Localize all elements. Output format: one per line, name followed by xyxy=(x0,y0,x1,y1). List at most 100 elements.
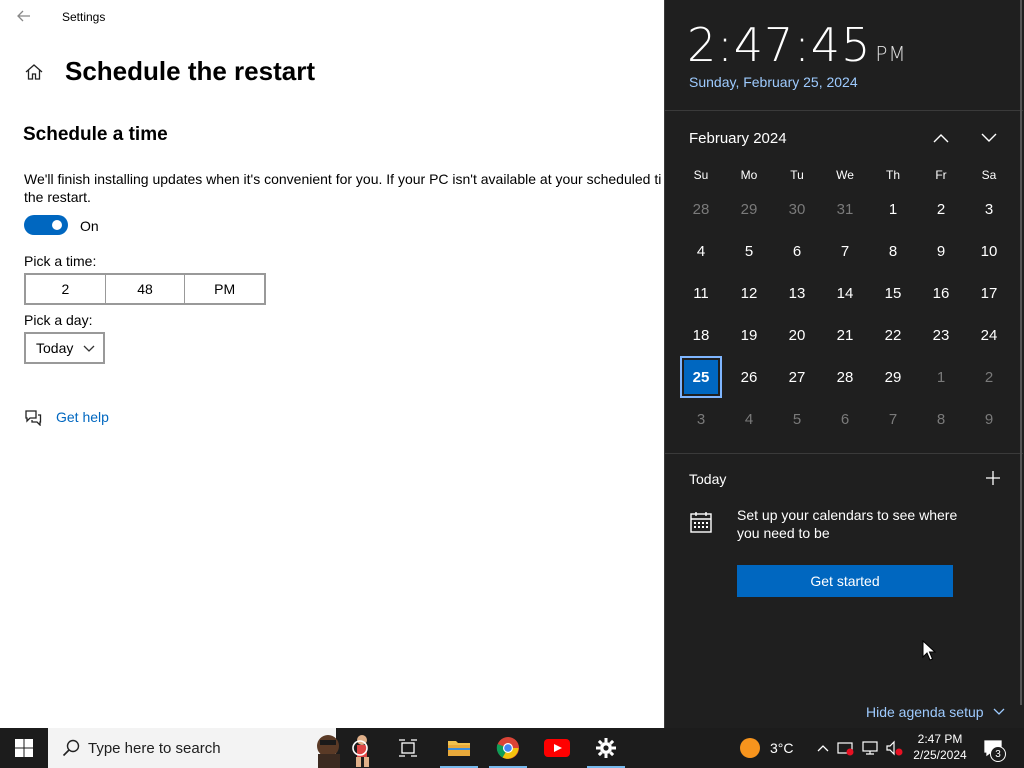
toggle-label: On xyxy=(80,218,99,234)
hide-agenda-button[interactable]: Hide agenda setup xyxy=(866,704,1005,720)
chevron-down-icon xyxy=(993,708,1005,715)
help-chat-icon xyxy=(25,410,42,426)
calendar-day[interactable]: 20 xyxy=(773,314,821,356)
network-icon xyxy=(862,741,878,755)
scrollbar[interactable] xyxy=(1020,0,1022,705)
calendar-day[interactable]: 6 xyxy=(821,398,869,440)
calendar-day[interactable]: 1 xyxy=(869,188,917,230)
calendar-day[interactable]: 7 xyxy=(869,398,917,440)
calendar-day[interactable]: 13 xyxy=(773,272,821,314)
mouse-cursor-icon xyxy=(922,640,936,661)
calendar-day[interactable]: 15 xyxy=(869,272,917,314)
schedule-toggle[interactable] xyxy=(24,215,68,235)
weather-widget[interactable] xyxy=(736,728,764,768)
calendar-day[interactable]: 1 xyxy=(917,356,965,398)
taskbar-date: 2/25/2024 xyxy=(913,748,967,762)
calendar-day[interactable]: 9 xyxy=(965,398,1013,440)
calendar-day[interactable]: 5 xyxy=(725,230,773,272)
description-line-1: We'll finish installing updates when it'… xyxy=(24,171,662,187)
calendar-day[interactable]: 4 xyxy=(677,230,725,272)
day-label: Pick a day: xyxy=(24,312,93,328)
cortana-button[interactable] xyxy=(340,728,380,768)
calendar-day[interactable]: 26 xyxy=(725,356,773,398)
show-hidden-icons-button[interactable] xyxy=(814,728,832,768)
calendar-day[interactable]: 3 xyxy=(677,398,725,440)
chevron-up-icon[interactable] xyxy=(931,128,951,148)
weekday-header: Th xyxy=(885,168,900,182)
youtube-button[interactable] xyxy=(536,728,578,768)
time-picker[interactable]: 2 48 PM xyxy=(24,273,266,305)
calendar-day[interactable]: 31 xyxy=(821,188,869,230)
start-button[interactable] xyxy=(0,728,48,768)
task-view-button[interactable] xyxy=(388,728,428,768)
taskbar-search-box[interactable]: Type here to search xyxy=(48,728,369,768)
calendar-day[interactable]: 2 xyxy=(965,356,1013,398)
add-event-icon[interactable] xyxy=(985,470,1001,486)
calendar-day[interactable]: 23 xyxy=(917,314,965,356)
calendar-day[interactable]: 10 xyxy=(965,230,1013,272)
calendar-day[interactable]: 29 xyxy=(869,356,917,398)
month-label[interactable]: February 2024 xyxy=(689,130,787,147)
home-icon[interactable] xyxy=(24,62,44,82)
back-arrow-icon xyxy=(17,10,30,22)
calendar-day[interactable]: 2 xyxy=(917,188,965,230)
calendar-day[interactable]: 9 xyxy=(917,230,965,272)
calendar-day[interactable]: 16 xyxy=(917,272,965,314)
calendar-day[interactable]: 19 xyxy=(725,314,773,356)
volume-button[interactable] xyxy=(884,728,904,768)
get-help-link[interactable]: Get help xyxy=(56,409,109,425)
calendar-day[interactable]: 6 xyxy=(773,230,821,272)
chrome-icon xyxy=(496,737,519,759)
calendar-day[interactable]: 8 xyxy=(917,398,965,440)
chevron-down-icon xyxy=(83,345,95,352)
network-button[interactable] xyxy=(860,728,880,768)
calendar-day[interactable]: 27 xyxy=(773,356,821,398)
weather-temperature[interactable]: 3°C xyxy=(770,740,794,756)
get-started-button[interactable]: Get started xyxy=(737,565,953,597)
weekday-header: Sa xyxy=(981,168,997,182)
long-date-link[interactable]: Sunday, February 25, 2024 xyxy=(689,74,858,90)
calendar-day[interactable]: 22 xyxy=(869,314,917,356)
divider xyxy=(665,453,1023,454)
window-title: Settings xyxy=(62,10,106,24)
calendar-day[interactable]: 3 xyxy=(965,188,1013,230)
weekday-header: We xyxy=(836,168,854,182)
hour-field[interactable]: 2 xyxy=(26,275,106,303)
calendar-day[interactable]: 4 xyxy=(725,398,773,440)
security-tray-icon xyxy=(837,742,854,756)
cortana-circle-icon xyxy=(352,740,368,756)
calendar-day[interactable]: 5 xyxy=(773,398,821,440)
calendar-day[interactable]: 8 xyxy=(869,230,917,272)
calendar-day[interactable]: 14 xyxy=(821,272,869,314)
calendar-day[interactable]: 18 xyxy=(677,314,725,356)
calendar-day[interactable]: 28 xyxy=(821,356,869,398)
calendar-day[interactable]: 29 xyxy=(725,188,773,230)
calendar-day[interactable]: 28 xyxy=(677,188,725,230)
minute-field[interactable]: 48 xyxy=(106,275,186,303)
tray-app-button[interactable] xyxy=(836,728,856,768)
file-explorer-button[interactable] xyxy=(438,728,480,768)
chevron-down-icon[interactable] xyxy=(979,128,999,148)
time-label: Pick a time: xyxy=(24,253,97,269)
calendar-day[interactable]: 24 xyxy=(965,314,1013,356)
calendar-day-today[interactable]: 25 xyxy=(680,356,722,398)
calendar-day[interactable]: 12 xyxy=(725,272,773,314)
section-title: Schedule a time xyxy=(23,124,168,145)
divider xyxy=(665,110,1023,111)
calendar-day[interactable]: 17 xyxy=(965,272,1013,314)
day-dropdown[interactable]: Today xyxy=(24,332,105,364)
calendar-day[interactable]: 21 xyxy=(821,314,869,356)
period-field[interactable]: PM xyxy=(185,275,264,303)
settings-app-button[interactable] xyxy=(585,728,627,768)
taskbar-clock[interactable]: 2:47 PM 2/25/2024 xyxy=(906,731,974,763)
taskbar-time: 2:47 PM xyxy=(917,732,963,746)
sun-weather-icon xyxy=(740,738,760,758)
calendar-day[interactable]: 30 xyxy=(773,188,821,230)
description-line-2: the restart. xyxy=(24,189,91,205)
calendar-day[interactable]: 11 xyxy=(677,272,725,314)
back-button[interactable] xyxy=(12,6,36,26)
chrome-button[interactable] xyxy=(487,728,529,768)
chevron-up-icon xyxy=(817,745,829,752)
volume-muted-icon xyxy=(886,740,903,756)
calendar-day[interactable]: 7 xyxy=(821,230,869,272)
